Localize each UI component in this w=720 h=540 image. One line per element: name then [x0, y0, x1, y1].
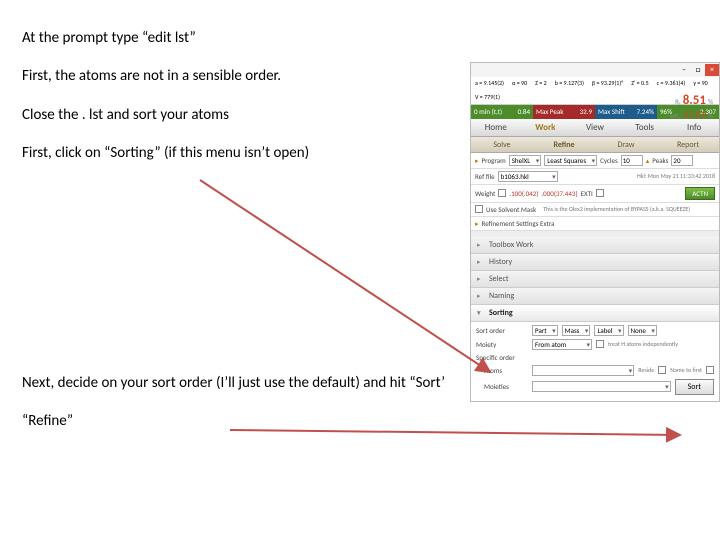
subtab-draw[interactable]: Draw: [595, 137, 657, 152]
weight-checkbox[interactable]: [498, 189, 506, 197]
solvent-mask-checkbox[interactable]: [475, 205, 483, 213]
program-select[interactable]: ShelXL: [509, 155, 542, 166]
moiety-select[interactable]: From atom: [532, 339, 592, 350]
accordion-sorting[interactable]: ▾Sorting: [471, 305, 719, 322]
treat-h-checkbox[interactable]: [596, 340, 604, 348]
tab-tools[interactable]: Tools: [620, 119, 670, 136]
peaks-input[interactable]: 20: [671, 155, 693, 166]
sort-button[interactable]: Sort: [675, 379, 714, 395]
instr-6: “Refine”: [22, 411, 452, 431]
r-factors: R₁ 8.51 % wR₂ 27.69 %: [670, 93, 713, 121]
atoms-order-input[interactable]: [532, 365, 634, 376]
weight-2: .000(37.443): [541, 189, 577, 198]
sort-1-select[interactable]: Part: [532, 325, 558, 336]
r1-value: 8.51: [683, 93, 706, 108]
param-c: c = 9.361(4): [657, 79, 686, 87]
instr-3: Close the . lst and sort your atoms: [22, 105, 452, 125]
sub-nav: Solve Refine Draw Report: [471, 137, 719, 153]
instr-1: At the prompt type “edit lst”: [22, 28, 452, 48]
olex2-window: – □ × a = 9.145(2) α = 90 Z = 2 b = 9.12…: [470, 62, 720, 402]
weight-row: Weight .100(.042) .000(37.443) EXTI ACTN: [471, 185, 719, 203]
solvent-mask-row: Use Solvent Mask This is the Olex2 imple…: [471, 203, 719, 217]
cycles-input[interactable]: 10: [621, 155, 643, 166]
param-ga: γ = 90: [693, 79, 707, 87]
tab-info[interactable]: Info: [669, 119, 719, 136]
param-al: α = 90: [512, 79, 527, 87]
r1-label: R₁: [675, 97, 681, 106]
refinement-settings-row[interactable]: ▸ Refinement Settings Extra: [471, 217, 719, 231]
subtab-report[interactable]: Report: [657, 137, 719, 152]
accordion-history[interactable]: ▸History: [471, 254, 719, 271]
actn-button[interactable]: ACTN: [685, 187, 715, 200]
exti-checkbox[interactable]: [596, 189, 604, 197]
expand-icon: ▸: [475, 219, 479, 228]
maximize-button[interactable]: □: [691, 64, 705, 76]
hkl-date: Hkl: Mon May 21 11:33:42 2018: [637, 172, 715, 180]
accordion-naming[interactable]: ▸Naming: [471, 288, 719, 305]
reflections-row: Ref file b1063.hkl Hkl: Mon May 21 11:33…: [471, 169, 719, 185]
close-button[interactable]: ×: [705, 64, 719, 76]
param-z: Z = 2: [535, 79, 547, 87]
moieties-order-input[interactable]: [532, 381, 671, 392]
cycles-up-icon[interactable]: ▴: [646, 156, 650, 165]
sort-2-select[interactable]: Mass: [562, 325, 591, 336]
param-zp: Z' = 0.5: [631, 79, 648, 87]
instr-5: Next, decide on your sort order (I’ll ju…: [22, 373, 452, 393]
reside-checkbox[interactable]: [658, 366, 666, 374]
minimize-button[interactable]: –: [677, 64, 691, 76]
accordion-toolbox[interactable]: ▸Toolbox Work: [471, 237, 719, 254]
tab-work[interactable]: Work: [521, 119, 571, 136]
solvent-note: This is the Olex2 implementation of BYPA…: [543, 205, 690, 213]
sort-3-select[interactable]: Label: [594, 325, 623, 336]
tab-view[interactable]: View: [570, 119, 620, 136]
param-v: V = 779(1): [475, 93, 500, 101]
param-be: β = 93.29(1)°: [592, 79, 623, 87]
accordion-select[interactable]: ▸Select: [471, 271, 719, 288]
subtab-solve[interactable]: Solve: [471, 137, 533, 152]
nametofirst-checkbox[interactable]: [706, 366, 714, 374]
tab-home[interactable]: Home: [471, 119, 521, 136]
expand-icon[interactable]: ▸: [475, 156, 479, 165]
sort-4-select[interactable]: None: [628, 325, 657, 336]
subtab-refine[interactable]: Refine: [533, 137, 595, 152]
wr2-value: 27.69: [683, 108, 706, 121]
param-b: b = 9.127(3): [555, 79, 584, 87]
instr-4: First, click on “Sorting” (if this menu …: [22, 143, 452, 163]
instruction-text: At the prompt type “edit lst” First, the…: [22, 28, 452, 450]
weight-1: .100(.042): [509, 189, 538, 198]
param-a: a = 9.145(2): [475, 79, 504, 87]
method-select[interactable]: Least Squares: [544, 155, 597, 166]
instr-2: First, the atoms are not in a sensible o…: [22, 66, 452, 86]
window-titlebar: – □ ×: [471, 63, 719, 77]
sorting-panel: Sort order Part Mass Label None Moiety F…: [471, 322, 719, 401]
wr2-label: wR₂: [670, 111, 681, 120]
program-row: ▸ Program ShelXL Least Squares Cycles 10…: [471, 153, 719, 169]
main-nav: Home Work View Tools Info: [471, 119, 719, 137]
hkl-file-select[interactable]: b1063.hkl: [498, 171, 558, 182]
